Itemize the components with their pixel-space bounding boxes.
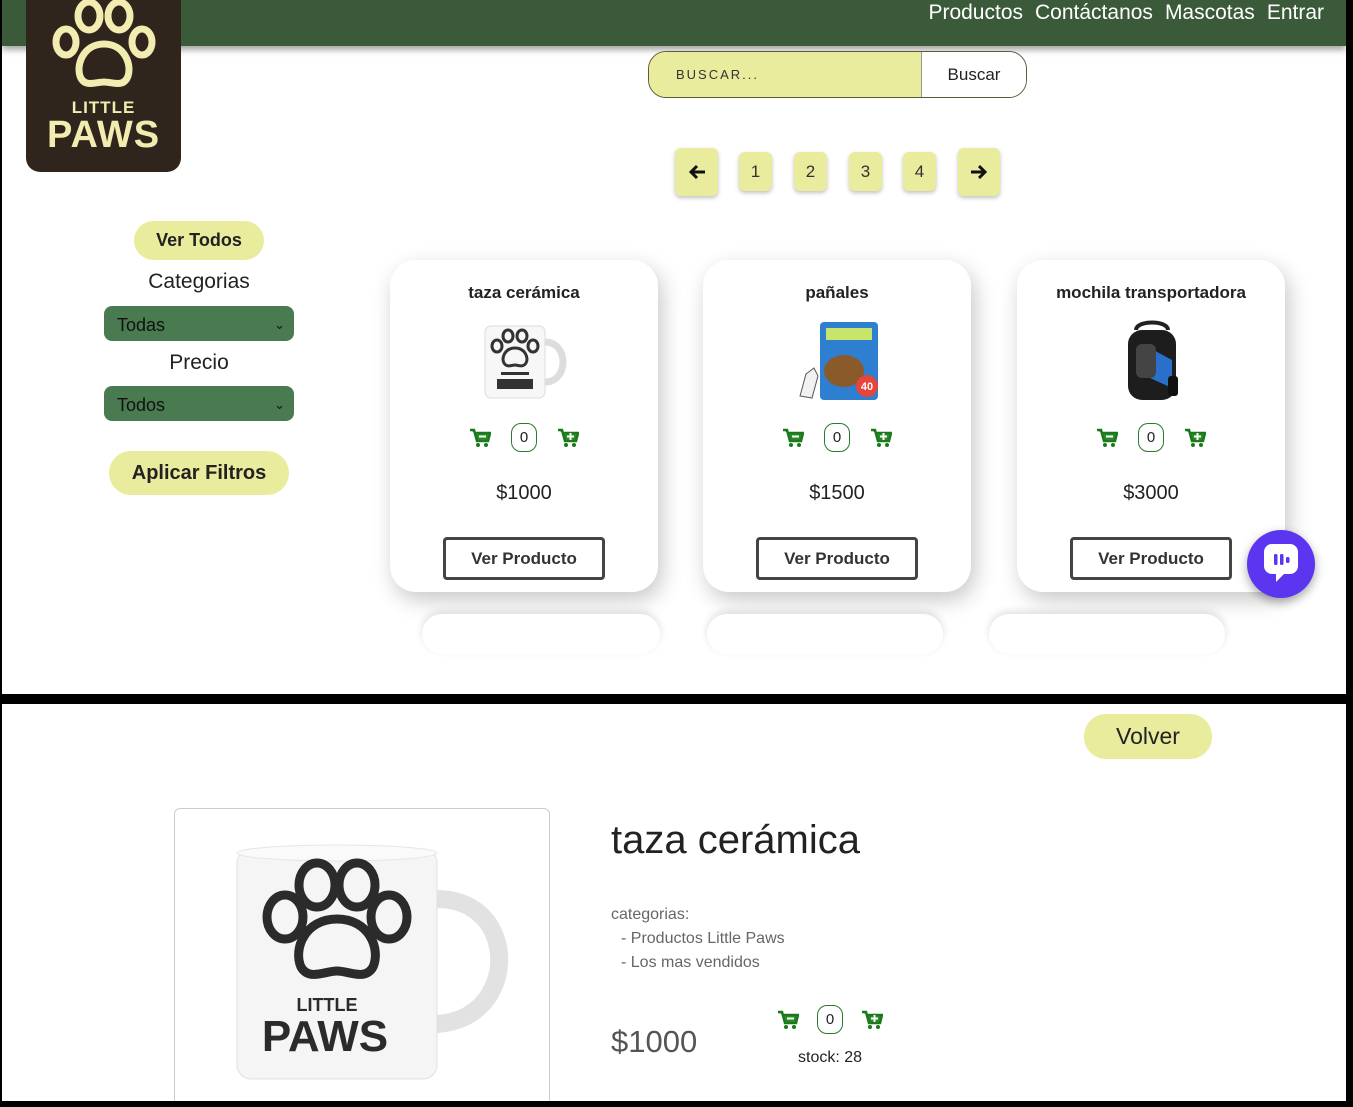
little-paws-logo[interactable]: LITTLE PAWS	[26, 0, 181, 172]
search-button[interactable]: Buscar	[921, 52, 1026, 97]
nav-link-entrar[interactable]: Entrar	[1267, 0, 1324, 26]
category-item: - Productos Little Paws	[621, 930, 785, 947]
chevron-down-icon: ⌄	[274, 397, 285, 412]
cart-remove-icon[interactable]	[1096, 427, 1118, 449]
search-bar: Buscar	[648, 51, 1027, 98]
mug-detail-image: LITTLE PAWS	[236, 844, 509, 1080]
product-card: pañales 40 0 $1500 Ver Producto	[703, 260, 971, 592]
page-1-button[interactable]: 1	[739, 152, 772, 191]
category-item: - Los mas vendidos	[621, 954, 760, 971]
stock-label: stock: 28	[798, 1049, 863, 1066]
aplicar-filtros-button[interactable]: Aplicar Filtros	[109, 451, 289, 495]
categorias-select[interactable]: Todas ⌄	[104, 306, 294, 341]
product-title: pañales	[805, 283, 869, 302]
product-title: taza cerámica	[468, 283, 580, 302]
product-card: taza cerámica 0 $1000 Ver Producto	[390, 260, 658, 592]
page-4-button[interactable]: 4	[903, 152, 936, 191]
product-price: $3000	[1123, 482, 1179, 504]
precio-select-value: Todos	[117, 395, 166, 415]
mug-text-paws: PAWS	[262, 1012, 388, 1061]
categories-label: categorias:	[611, 906, 690, 923]
page-3-button[interactable]: 3	[849, 152, 882, 191]
cart-add-icon[interactable]	[870, 427, 892, 449]
precio-select[interactable]: Todos ⌄	[104, 386, 294, 421]
categorias-select-value: Todas	[117, 315, 166, 335]
search-input[interactable]	[649, 52, 921, 97]
mug-product-image	[484, 325, 567, 399]
diapers-product-image: 40	[799, 322, 878, 400]
chat-button[interactable]	[1247, 530, 1315, 598]
page-2-button[interactable]: 2	[794, 152, 827, 191]
precio-label: Precio	[169, 351, 229, 374]
categorias-label: Categorias	[148, 270, 250, 293]
ver-todos-button[interactable]: Ver Todos	[134, 221, 264, 260]
ver-producto-button[interactable]: Ver Producto	[443, 537, 605, 580]
product-price: $1000	[496, 482, 552, 504]
cards-fade	[362, 592, 1346, 626]
quantity-controls: 0	[703, 423, 971, 452]
navbar: Productos Contáctanos Mascotas Entrar	[2, 0, 1346, 46]
arrow-left-icon	[688, 164, 705, 180]
product-title: mochila transportadora	[1056, 283, 1246, 302]
nav-links: Productos Contáctanos Mascotas Entrar	[928, 0, 1324, 26]
quantity-value: 0	[1138, 423, 1164, 452]
badge-40: 40	[861, 381, 873, 393]
quantity-value: 0	[817, 1005, 843, 1034]
quantity-controls: 0	[777, 1005, 883, 1034]
volver-button[interactable]: Volver	[1084, 714, 1212, 759]
product-detail-screen: Volver LITTLE PAWS taza cerámica categor…	[2, 704, 1346, 1101]
paw-logo-icon	[52, 0, 156, 87]
cart-remove-icon[interactable]	[469, 427, 491, 449]
product-card: mochila transportadora 0 $3000 Ver Produ…	[1017, 260, 1285, 592]
product-price: $1500	[809, 482, 865, 504]
quantity-value: 0	[511, 423, 537, 452]
ver-producto-button[interactable]: Ver Producto	[756, 537, 918, 580]
cart-add-icon[interactable]	[557, 427, 579, 449]
nav-link-contactanos[interactable]: Contáctanos	[1035, 0, 1153, 26]
prev-page-button[interactable]	[675, 148, 718, 196]
product-price: $1000	[611, 1024, 698, 1059]
chevron-down-icon: ⌄	[274, 317, 285, 332]
arrow-right-icon	[971, 164, 988, 180]
quantity-value: 0	[824, 423, 850, 452]
cart-add-icon[interactable]	[861, 1009, 883, 1031]
product-title: taza cerámica	[611, 818, 860, 862]
product-image-frame: LITTLE PAWS	[174, 808, 550, 1101]
quantity-controls: 0	[390, 423, 658, 452]
nav-link-productos[interactable]: Productos	[928, 0, 1023, 26]
nav-link-mascotas[interactable]: Mascotas	[1165, 0, 1255, 26]
next-page-button[interactable]	[958, 148, 1000, 196]
cart-add-icon[interactable]	[1184, 427, 1206, 449]
product-list-screen: Productos Contáctanos Mascotas Entrar LI…	[2, 0, 1346, 694]
quantity-controls: 0	[1017, 423, 1285, 452]
cart-remove-icon[interactable]	[782, 427, 804, 449]
logo-text-paws: PAWS	[46, 114, 161, 156]
chat-icon	[1264, 544, 1298, 582]
ver-producto-button[interactable]: Ver Producto	[1070, 537, 1232, 580]
backpack-product-image	[1128, 320, 1178, 400]
cart-remove-icon[interactable]	[777, 1009, 799, 1031]
